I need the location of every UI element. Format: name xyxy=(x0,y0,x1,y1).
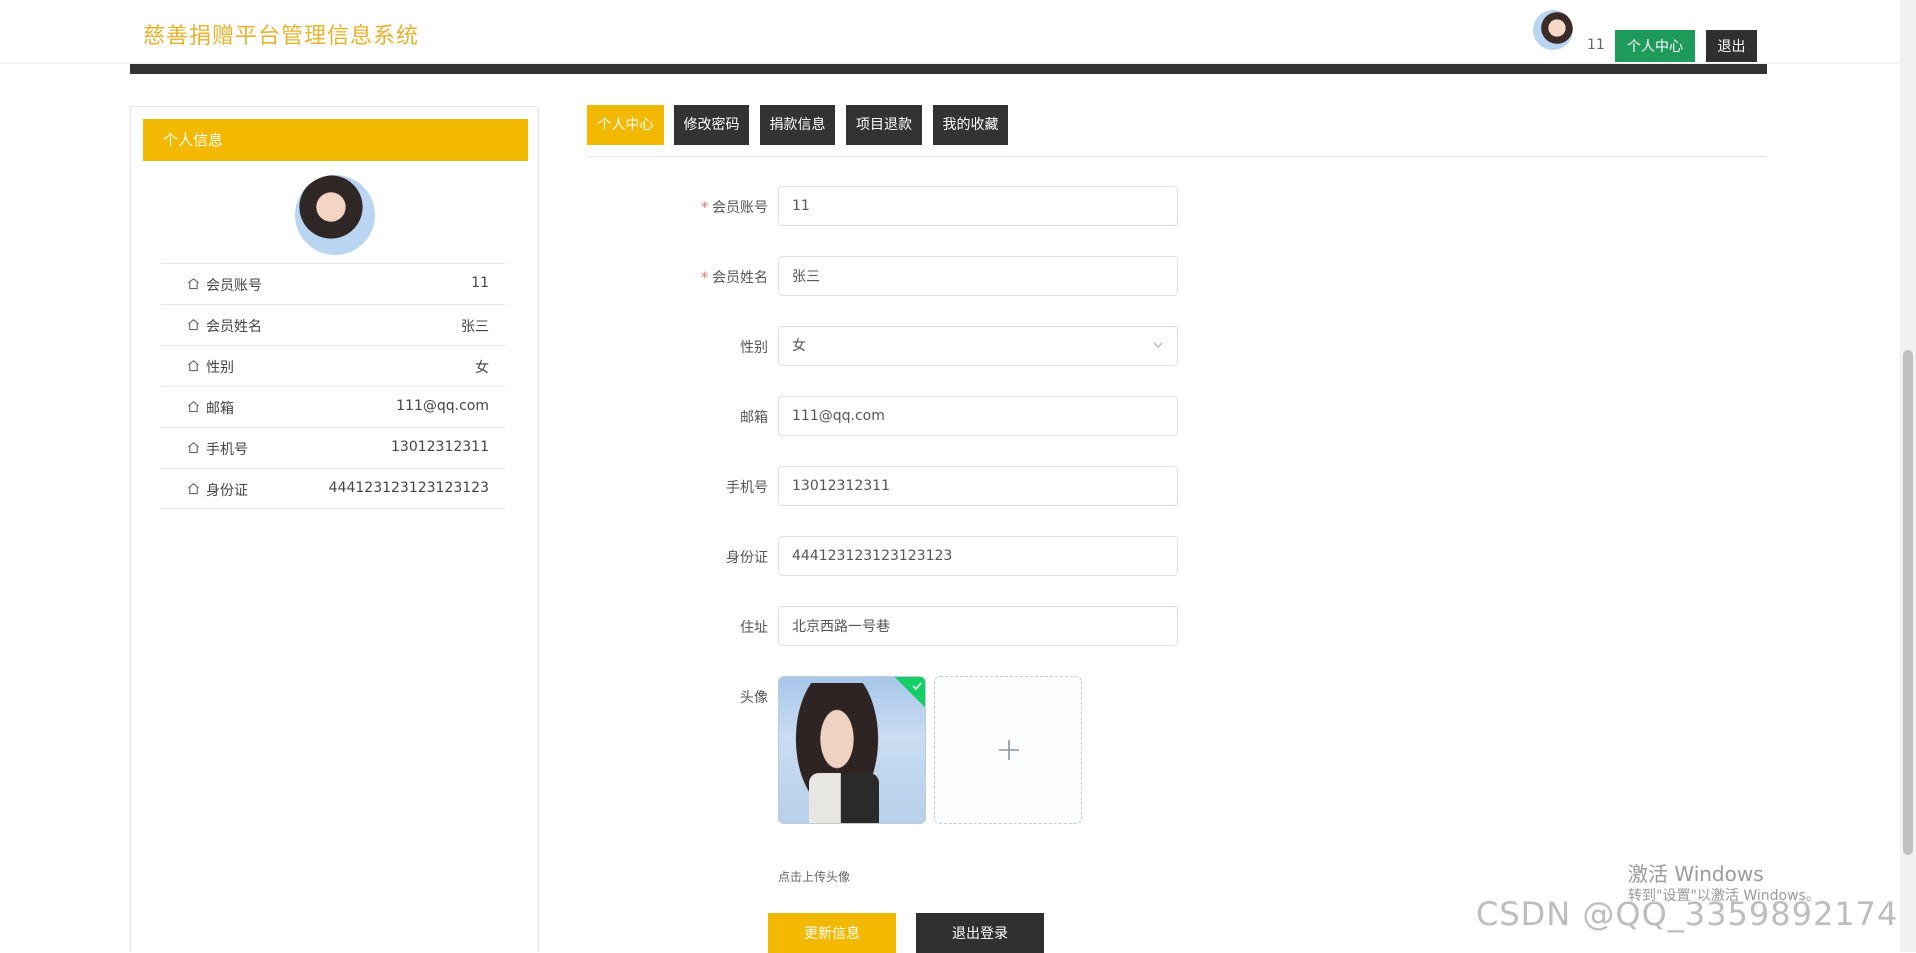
home-icon xyxy=(188,441,199,454)
update-info-button[interactable]: 更新信息 xyxy=(768,913,896,953)
avatar-photo-body xyxy=(809,773,879,823)
tab-change-password[interactable]: 修改密码 xyxy=(674,105,749,145)
form-row-address: 住址 xyxy=(0,606,1916,646)
address-input[interactable] xyxy=(778,606,1178,646)
windows-activation-title: 激活 Windows xyxy=(1628,862,1764,886)
form-row-email: 邮箱 xyxy=(0,396,1916,436)
top-header: 慈善捐赠平台管理信息系统 11 个人中心 退出 xyxy=(0,0,1900,64)
tab-donation-info[interactable]: 捐款信息 xyxy=(760,105,835,145)
avatar-label: 头像 xyxy=(740,690,768,706)
tab-personal-center[interactable]: 个人中心 xyxy=(587,105,664,145)
upload-add-button[interactable] xyxy=(934,676,1082,824)
profile-row-label: 手机号 xyxy=(206,442,248,458)
name-label: * 会员姓名 xyxy=(701,270,768,286)
user-avatar[interactable] xyxy=(1533,10,1573,50)
name-input[interactable] xyxy=(778,256,1178,296)
form-row-name: * 会员姓名 xyxy=(0,256,1916,296)
email-input[interactable] xyxy=(778,396,1178,436)
phone-input[interactable] xyxy=(778,466,1178,506)
profile-card-title: 个人信息 xyxy=(143,119,528,161)
address-label: 住址 xyxy=(740,620,768,636)
gender-label: 性别 xyxy=(740,340,768,356)
form-row-phone: 手机号 xyxy=(0,466,1916,506)
logout-button[interactable]: 退出登录 xyxy=(916,913,1044,953)
account-label: * 会员账号 xyxy=(701,200,768,216)
form-row-account: * 会员账号 xyxy=(0,186,1916,226)
csdn-watermark: CSDN @QQ_3359892174 xyxy=(1476,895,1899,933)
gender-select[interactable]: 女 xyxy=(778,326,1178,366)
personal-center-button[interactable]: 个人中心 xyxy=(1615,30,1695,62)
required-mark: * xyxy=(701,270,708,286)
scrollbar-thumb[interactable] xyxy=(1903,350,1913,855)
gender-selected-value: 女 xyxy=(792,338,806,354)
idcard-label: 身份证 xyxy=(726,550,768,566)
check-icon xyxy=(912,682,922,691)
required-mark: * xyxy=(701,200,708,216)
header-username: 11 xyxy=(1587,37,1605,53)
plus-icon xyxy=(999,740,1019,760)
account-input[interactable] xyxy=(778,186,1178,226)
email-label: 邮箱 xyxy=(740,410,768,426)
exit-button[interactable]: 退出 xyxy=(1706,30,1757,62)
profile-card: 个人信息 会员账号 11 会员姓名 张三 性别 女 邮箱 111@qq.com … xyxy=(130,106,539,952)
phone-label: 手机号 xyxy=(726,480,768,496)
tab-my-favorites[interactable]: 我的收藏 xyxy=(933,105,1008,145)
chevron-down-icon xyxy=(1153,342,1163,348)
profile-row-value: 13012312311 xyxy=(391,439,489,455)
upload-hint: 点击上传头像 xyxy=(778,870,851,884)
tab-project-refund[interactable]: 项目退款 xyxy=(846,105,922,145)
tabs-divider xyxy=(587,156,1767,157)
site-title: 慈善捐赠平台管理信息系统 xyxy=(143,24,420,49)
form-row-idcard: 身份证 xyxy=(0,536,1916,576)
header-divider-bar xyxy=(130,64,1767,74)
idcard-input[interactable] xyxy=(778,536,1178,576)
uploaded-avatar-thumbnail[interactable] xyxy=(778,676,926,824)
form-row-gender: 性别 女 xyxy=(0,326,1916,366)
